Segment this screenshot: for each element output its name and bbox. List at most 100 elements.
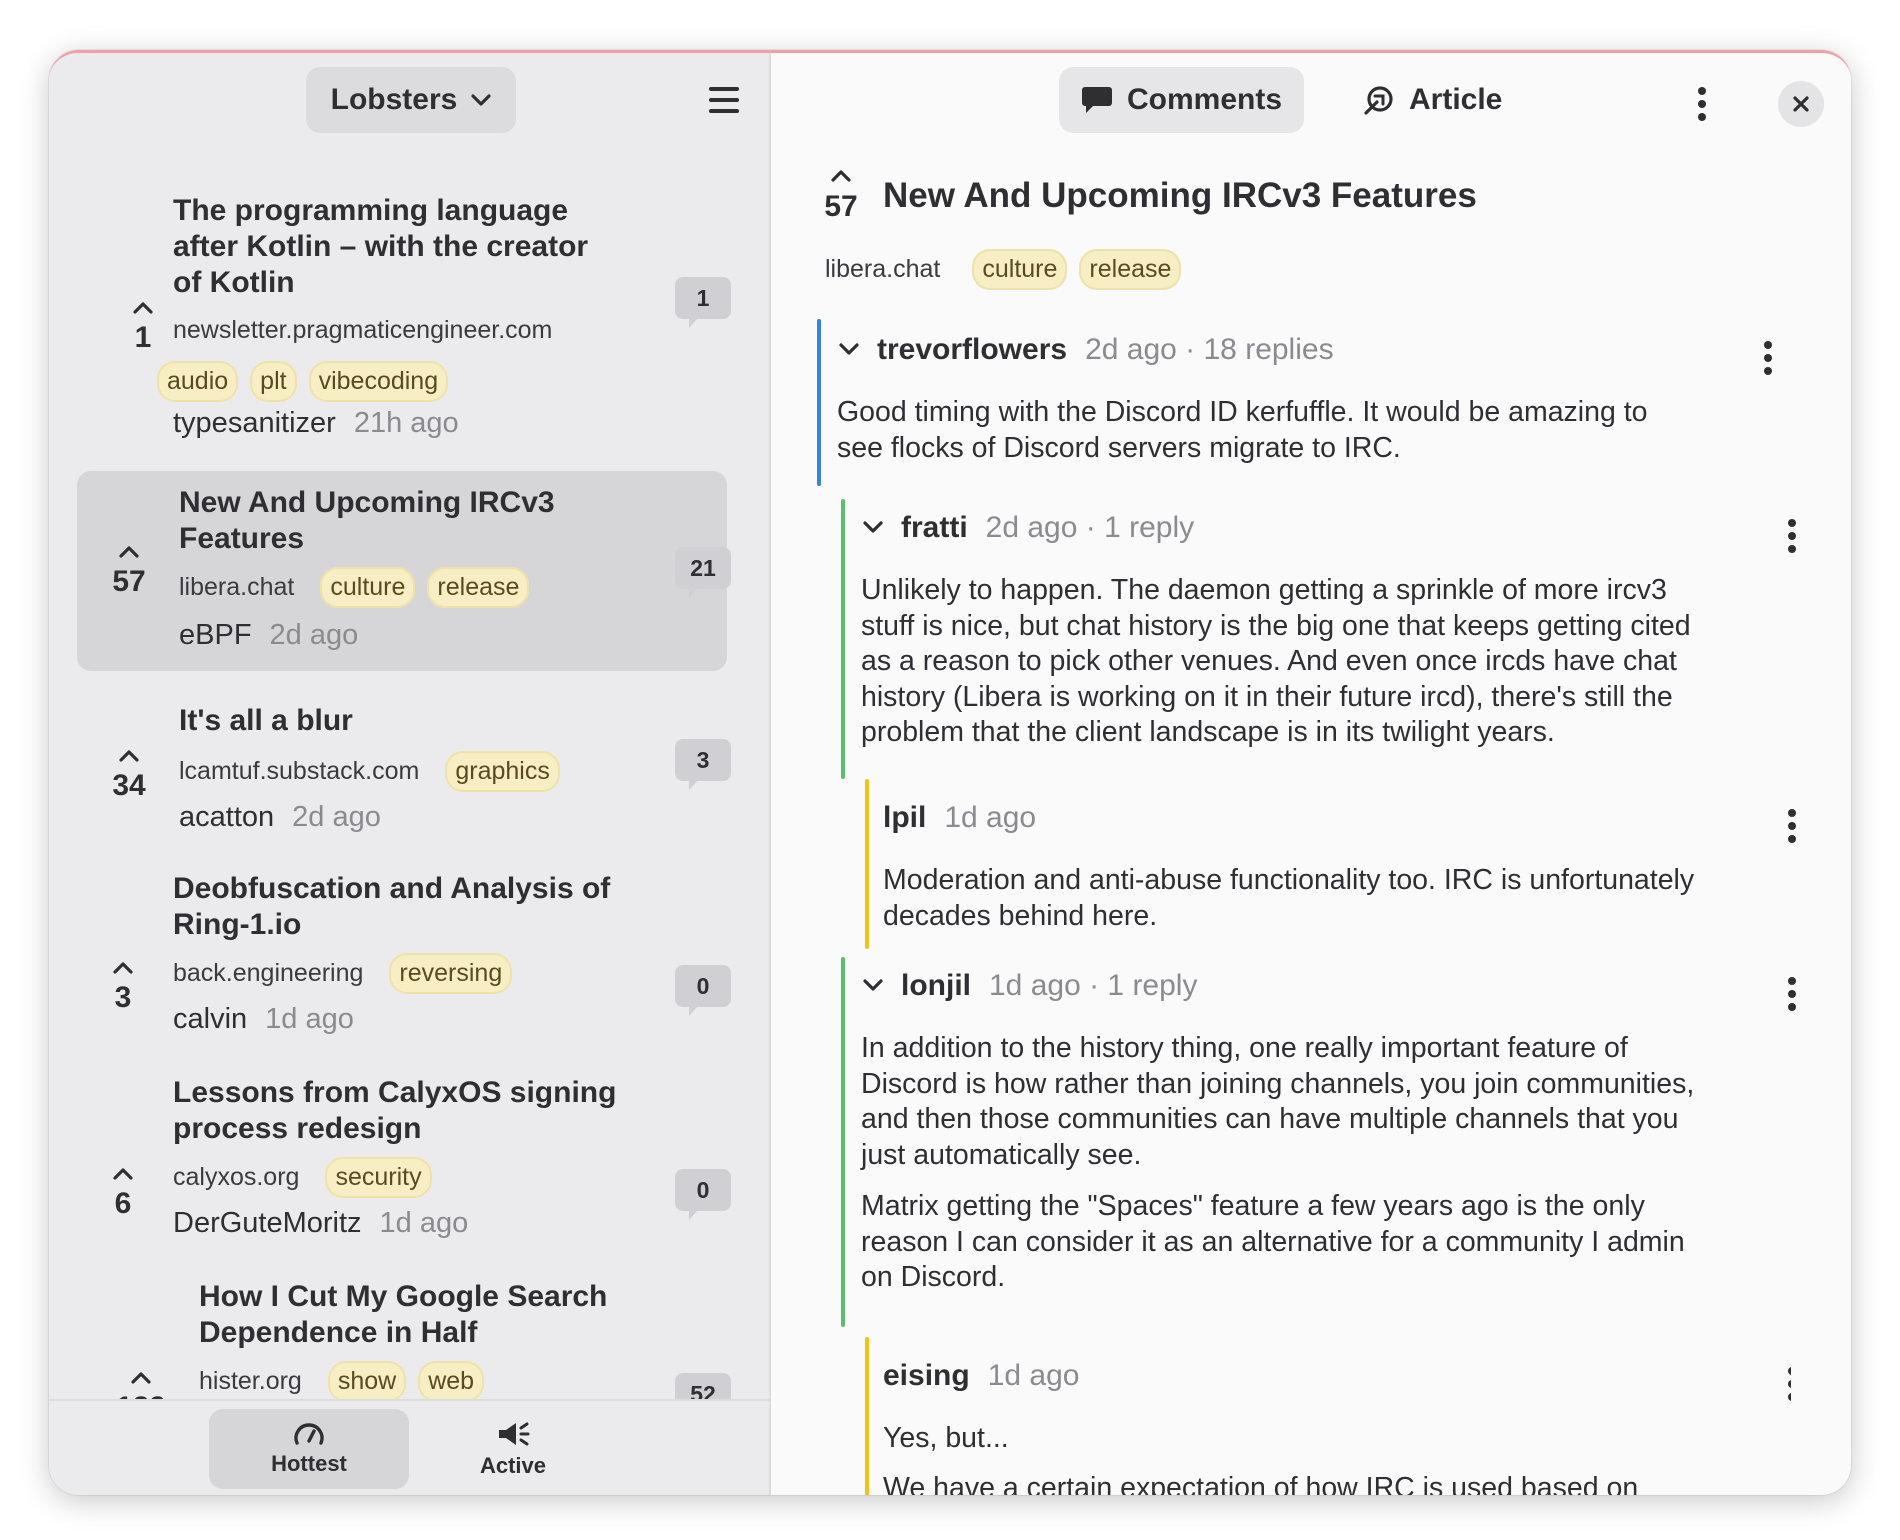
tag[interactable]: plt	[250, 361, 297, 402]
collapse-chevron-icon[interactable]	[859, 976, 893, 996]
article-score: 57	[824, 190, 858, 223]
article-domain[interactable]: libera.chat	[825, 255, 940, 284]
comment-bubble-icon	[1082, 87, 1112, 113]
comment-menu-icon[interactable]	[1787, 519, 1797, 558]
upvote-arrow-icon[interactable]	[113, 291, 173, 321]
upvote-control[interactable]: 3	[93, 951, 153, 1015]
story-item-selected[interactable]: 57 New And Upcoming IRCv3 Features liber…	[77, 471, 731, 671]
story-score: 34	[112, 769, 146, 802]
collapse-chevron-icon[interactable]	[835, 340, 869, 360]
collapse-chevron-icon[interactable]	[859, 518, 893, 538]
feed-switcher-button[interactable]: Lobsters	[306, 67, 516, 133]
tag[interactable]: graphics	[445, 751, 560, 792]
story-domain[interactable]: calyxos.org	[173, 1163, 299, 1192]
active-label: Active	[479, 1453, 547, 1478]
story-author[interactable]: DerGuteMoritz	[173, 1207, 362, 1239]
article-vote[interactable]: 57	[811, 163, 871, 224]
story-title[interactable]: New And Upcoming IRCv3 Features	[179, 485, 555, 557]
comment-author[interactable]: trevorflowers	[877, 333, 1067, 367]
story-meta: back.engineering reversing	[173, 953, 513, 994]
thread-line	[865, 1337, 869, 1495]
story-meta: hister.org show web	[199, 1361, 485, 1402]
comment-author[interactable]: lonjil	[901, 969, 971, 1003]
story-sidebar: Lobsters 1 The programming language afte…	[49, 53, 771, 1495]
comment-info: 1d ago · 1 reply	[989, 969, 1198, 1002]
upvote-control[interactable]: 6	[93, 1157, 153, 1221]
story-domain[interactable]: newsletter.pragmaticengineer.com	[173, 316, 552, 345]
app-window: Lobsters 1 The programming language afte…	[49, 50, 1851, 1495]
tag[interactable]: security	[325, 1157, 432, 1198]
hottest-tab[interactable]: Hottest	[209, 1409, 409, 1489]
more-options-icon[interactable]	[1697, 87, 1707, 126]
tab-article-label: Article	[1409, 83, 1503, 116]
story-item[interactable]: 1 The programming language after Kotlin …	[77, 183, 731, 503]
comment-count-badge[interactable]: 21	[675, 547, 731, 598]
comment-menu-icon[interactable]	[1763, 341, 1773, 380]
upvote-arrow-icon[interactable]	[99, 739, 159, 769]
story-author[interactable]: eBPF	[179, 619, 252, 651]
story-author[interactable]: typesanitizer	[173, 407, 336, 439]
comment-info: 1d ago	[987, 1359, 1080, 1392]
comment-author[interactable]: fratti	[901, 511, 968, 545]
story-domain[interactable]: lcamtuf.substack.com	[179, 757, 419, 786]
story-byline: acatton 2d ago	[179, 801, 381, 834]
upvote-arrow-icon[interactable]	[99, 535, 159, 565]
story-age: 21h ago	[353, 407, 459, 439]
story-item[interactable]: 34 It's all a blur lcamtuf.substack.com …	[77, 683, 731, 843]
comment-count-badge[interactable]: 0	[675, 965, 731, 1016]
comment-menu-icon[interactable]	[1787, 977, 1797, 1016]
active-tab[interactable]: Active	[413, 1409, 613, 1489]
tab-comments[interactable]: Comments	[1059, 67, 1305, 133]
story-item[interactable]: 3 Deobfuscation and Analysis of Ring-1.i…	[77, 853, 731, 1053]
upvote-arrow-icon[interactable]	[93, 1157, 153, 1187]
comment-author[interactable]: eising	[883, 1359, 970, 1393]
tag[interactable]: reversing	[389, 953, 513, 994]
story-domain[interactable]: hister.org	[199, 1367, 302, 1396]
story-item[interactable]: 129 How I Cut My Google Search Dependenc…	[77, 1261, 731, 1424]
story-title[interactable]: Deobfuscation and Analysis of Ring-1.io	[173, 871, 610, 943]
upvote-control[interactable]: 34	[99, 739, 159, 803]
upvote-arrow-icon[interactable]	[99, 1361, 183, 1391]
thread-line	[817, 319, 821, 486]
story-title[interactable]: How I Cut My Google Search Dependence in…	[199, 1279, 607, 1351]
story-title[interactable]: Lessons from CalyxOS signing process red…	[173, 1075, 616, 1147]
upvote-arrow-icon[interactable]	[93, 951, 153, 981]
hamburger-menu-icon[interactable]	[709, 87, 739, 113]
story-detail-pane: Comments Article 57 New And Upcoming IRC…	[771, 53, 1851, 1495]
story-domain[interactable]: back.engineering	[173, 959, 363, 988]
comment-info: 1d ago	[944, 801, 1037, 834]
upvote-control[interactable]: 57	[99, 535, 159, 599]
comment-author[interactable]: lpil	[883, 801, 926, 835]
story-domain[interactable]: libera.chat	[179, 573, 294, 602]
comment-menu-icon[interactable]	[1787, 1367, 1791, 1406]
article-title: New And Upcoming IRCv3 Features	[883, 176, 1477, 215]
story-author[interactable]: acatton	[179, 801, 274, 833]
tag[interactable]: culture	[972, 249, 1068, 290]
tab-article[interactable]: Article	[1341, 67, 1524, 133]
tag[interactable]: audio	[157, 361, 239, 402]
story-title[interactable]: The programming language after Kotlin – …	[173, 193, 588, 301]
tag[interactable]: web	[418, 1361, 485, 1402]
comment: fratti 2d ago · 1 reply Unlikely to happ…	[841, 499, 1796, 779]
comment-count-badge[interactable]: 3	[675, 739, 731, 790]
tag[interactable]: culture	[320, 567, 416, 608]
story-meta: libera.chat culture release	[179, 567, 530, 608]
comment-count-badge[interactable]: 0	[675, 1169, 731, 1220]
story-age: 1d ago	[379, 1207, 469, 1239]
comment-count-badge[interactable]: 1	[675, 277, 731, 328]
story-item[interactable]: 6 Lessons from CalyxOS signing process r…	[77, 1057, 731, 1257]
close-button[interactable]	[1778, 81, 1824, 127]
comment-menu-icon[interactable]	[1787, 809, 1797, 848]
upvote-control[interactable]: 1	[113, 291, 173, 355]
story-tags: audio plt vibecoding	[157, 361, 449, 402]
upvote-arrow-icon[interactable]	[811, 163, 871, 185]
tag[interactable]: release	[1079, 249, 1182, 290]
story-title[interactable]: It's all a blur	[179, 703, 353, 739]
megaphone-icon	[499, 1422, 530, 1446]
story-score: 6	[114, 1187, 132, 1220]
tag[interactable]: vibecoding	[308, 361, 449, 402]
story-author[interactable]: calvin	[173, 1003, 247, 1035]
story-byline: typesanitizer 21h ago	[173, 407, 459, 440]
tag[interactable]: show	[327, 1361, 407, 1402]
tag[interactable]: release	[427, 567, 530, 608]
